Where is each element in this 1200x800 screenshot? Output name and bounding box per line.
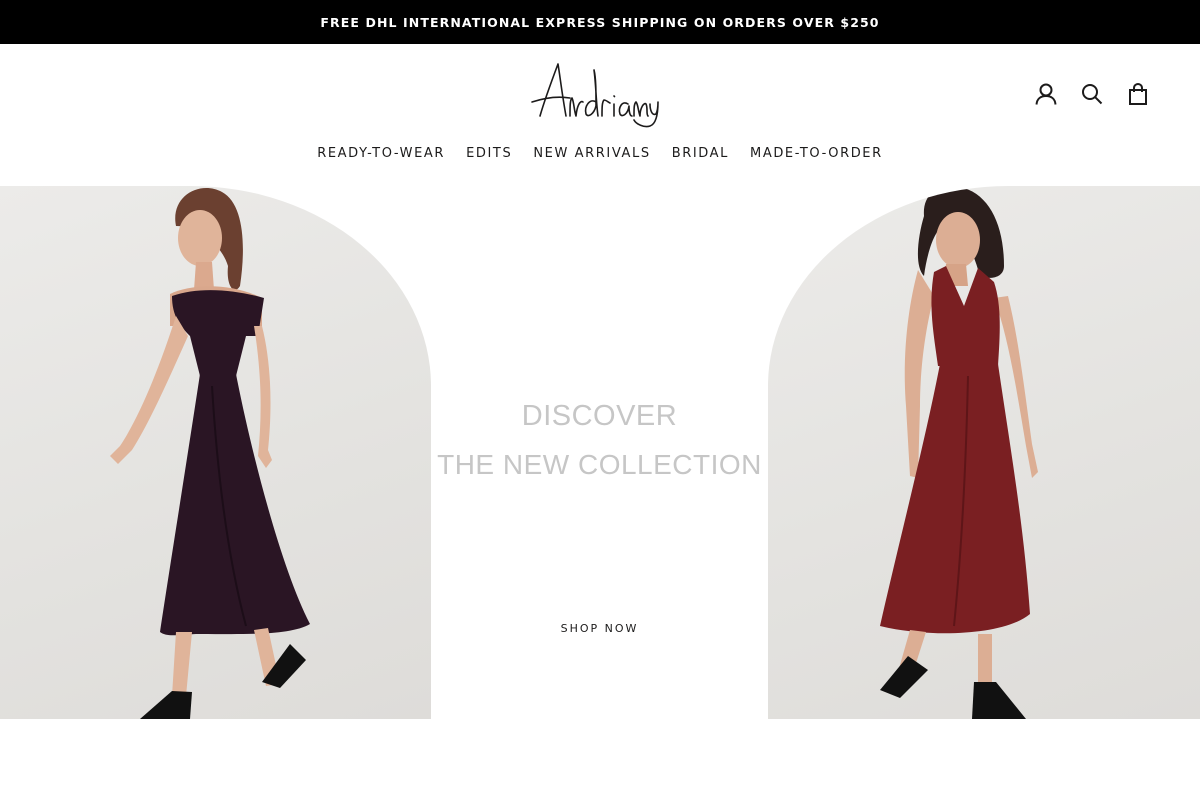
hero-image-right[interactable]: [768, 186, 1200, 719]
main-navigation: READY-TO-WEAR EDITS NEW ARRIVALS BRIDAL …: [0, 146, 1200, 166]
logo-wordmark: [531, 63, 659, 128]
hero-image-left[interactable]: [0, 186, 431, 719]
hero-heading-line2: THE NEW COLLECTION: [437, 449, 762, 480]
cart-icon[interactable]: [1126, 82, 1150, 106]
hero-heading-line1: DISCOVER: [521, 400, 678, 432]
model-purple-dress-image: [110, 187, 310, 719]
announcement-bar: FREE DHL INTERNATIONAL EXPRESS SHIPPING …: [0, 0, 1200, 44]
site-header: READY-TO-WEAR EDITS NEW ARRIVALS BRIDAL …: [0, 44, 1200, 186]
announcement-text: FREE DHL INTERNATIONAL EXPRESS SHIPPING …: [320, 14, 880, 30]
nav-item-ready-to-wear[interactable]: READY-TO-WEAR: [317, 146, 445, 166]
hero-banner: DISCOVER THE NEW COLLECTION SHOP NOW: [0, 186, 1200, 719]
search-icon[interactable]: [1080, 82, 1104, 106]
nav-item-new-arrivals[interactable]: NEW ARRIVALS: [533, 146, 650, 166]
brand-logo[interactable]: [530, 58, 670, 130]
nav-item-made-to-order[interactable]: MADE-TO-ORDER: [750, 146, 883, 166]
header-actions: [1034, 82, 1150, 106]
nav-item-bridal[interactable]: BRIDAL: [672, 146, 729, 166]
model-red-dress-image: [880, 186, 1038, 719]
nav-item-edits[interactable]: EDITS: [466, 146, 512, 166]
account-icon[interactable]: [1034, 82, 1058, 106]
shop-now-link[interactable]: SHOP NOW: [431, 622, 768, 635]
